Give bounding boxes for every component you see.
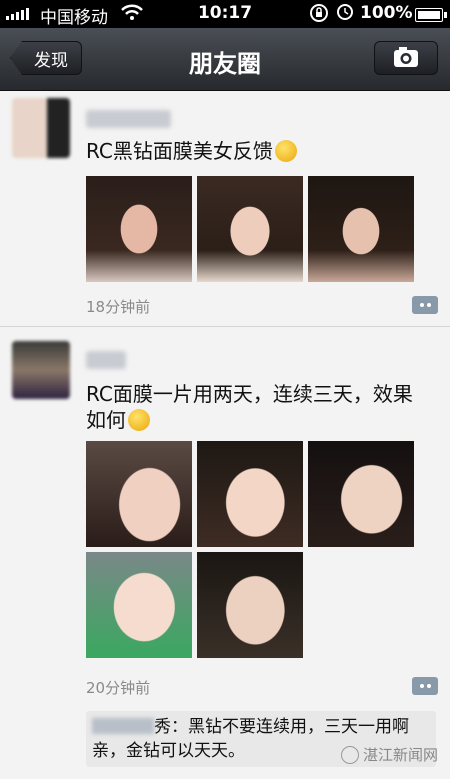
battery-percent: 100% xyxy=(360,3,413,23)
username[interactable] xyxy=(86,110,171,128)
comment-button[interactable] xyxy=(412,677,438,695)
navigation-bar: 发现 朋友圈 xyxy=(0,28,450,91)
post-timestamp: 18分钟前 xyxy=(86,298,151,316)
post-timestamp: 20分钟前 xyxy=(86,679,151,697)
watermark: 湛江新闻网 xyxy=(340,744,438,765)
post-photo[interactable] xyxy=(86,441,192,547)
comment-button[interactable] xyxy=(412,296,438,314)
status-bar: 中国移动 10:17 100% xyxy=(0,0,450,28)
post-photo[interactable] xyxy=(308,176,414,282)
avatar[interactable] xyxy=(12,98,70,158)
rotation-lock-icon xyxy=(309,3,329,28)
battery-icon xyxy=(415,8,447,22)
username[interactable] xyxy=(86,351,126,369)
post-photo[interactable] xyxy=(86,552,192,658)
avatar[interactable] xyxy=(12,341,70,399)
camera-icon xyxy=(394,47,418,67)
alarm-icon xyxy=(336,3,354,26)
tongue-emoji-icon xyxy=(128,409,150,431)
post-photo[interactable] xyxy=(197,441,303,547)
post-photo[interactable] xyxy=(197,176,303,282)
comment-author[interactable] xyxy=(92,718,154,734)
post-photo[interactable] xyxy=(197,552,303,658)
post-text: RC面膜一片用两天，连续三天，效果如何 xyxy=(86,382,413,432)
post-text: RC黑钻面膜美女反馈 xyxy=(86,138,297,164)
smile-emoji-icon xyxy=(274,140,297,162)
moment-post: RC面膜一片用两天，连续三天，效果如何 20分钟前 秀：黑钻不要连续用，三天一用… xyxy=(0,327,450,779)
post-photo[interactable] xyxy=(86,176,192,282)
moment-post: RC黑钻面膜美女反馈 18分钟前 xyxy=(0,90,450,326)
camera-button[interactable] xyxy=(374,41,438,75)
watermark-logo-icon xyxy=(340,745,359,764)
post-photo[interactable] xyxy=(308,441,414,547)
